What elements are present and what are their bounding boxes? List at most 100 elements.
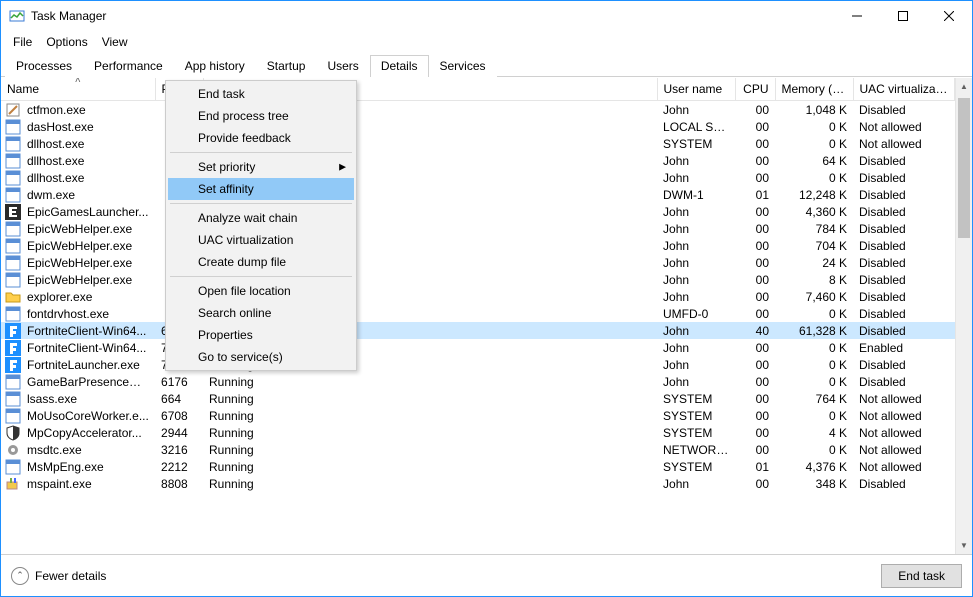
table-row[interactable]: EpicGamesLauncher...John004,360 KDisable…: [1, 203, 955, 220]
cell-uac: Disabled: [853, 237, 954, 254]
cell-cpu: 01: [735, 458, 775, 475]
col-cpu[interactable]: CPU: [735, 78, 775, 101]
end-task-button[interactable]: End task: [881, 564, 962, 588]
table-row[interactable]: dasHost.exeLOCAL SE...000 KNot allowed: [1, 118, 955, 135]
cell-mem: 24 K: [775, 254, 853, 271]
table-row[interactable]: mspaint.exe8808RunningJohn00348 KDisable…: [1, 475, 955, 492]
cell-uac: Disabled: [853, 254, 954, 271]
table-row[interactable]: MsMpEng.exe2212RunningSYSTEM014,376 KNot…: [1, 458, 955, 475]
process-icon: [5, 459, 21, 475]
menu-item[interactable]: Search online: [168, 302, 354, 324]
table-row[interactable]: ctfmon.exeJohn001,048 KDisabled: [1, 101, 955, 119]
tab-startup[interactable]: Startup: [256, 55, 317, 77]
cell-mem: 1,048 K: [775, 101, 853, 119]
cell-name: ctfmon.exe: [21, 101, 155, 119]
col-user[interactable]: User name: [657, 78, 735, 101]
tab-details[interactable]: Details: [370, 55, 429, 77]
table-row[interactable]: msdtc.exe3216RunningNETWORK...000 KNot a…: [1, 441, 955, 458]
menu-item[interactable]: Properties: [168, 324, 354, 346]
cell-user: UMFD-0: [657, 305, 735, 322]
cell-mem: 0 K: [775, 305, 853, 322]
process-icon: [5, 238, 21, 254]
menu-item[interactable]: Provide feedback: [168, 127, 354, 149]
tab-processes[interactable]: Processes: [5, 55, 83, 77]
table-row[interactable]: MpCopyAccelerator...2944RunningSYSTEM004…: [1, 424, 955, 441]
scroll-thumb[interactable]: [958, 98, 970, 238]
menu-item[interactable]: Open file location: [168, 280, 354, 302]
table-row[interactable]: dwm.exeDWM-10112,248 KDisabled: [1, 186, 955, 203]
maximize-button[interactable]: [880, 1, 926, 31]
menu-item[interactable]: Analyze wait chain: [168, 207, 354, 229]
chevron-up-icon: ⌃: [11, 567, 29, 585]
table-row[interactable]: explorer.exeJohn007,460 KDisabled: [1, 288, 955, 305]
cell-user: John: [657, 203, 735, 220]
menu-item[interactable]: End process tree: [168, 105, 354, 127]
table-row[interactable]: EpicWebHelper.exeJohn0024 KDisabled: [1, 254, 955, 271]
tab-performance[interactable]: Performance: [83, 55, 174, 77]
process-icon: [5, 391, 21, 407]
table-row[interactable]: GameBarPresenceWr...6176RunningJohn000 K…: [1, 373, 955, 390]
cell-mem: 0 K: [775, 339, 853, 356]
col-mem[interactable]: Memory (a...: [775, 78, 853, 101]
cell-mem: 7,460 K: [775, 288, 853, 305]
tab-services[interactable]: Services: [429, 55, 497, 77]
cell-cpu: 00: [735, 424, 775, 441]
menu-item[interactable]: Create dump file: [168, 251, 354, 273]
menu-item[interactable]: Set priority▶: [168, 156, 354, 178]
cell-uac: Disabled: [853, 169, 954, 186]
table-row[interactable]: EpicWebHelper.exeJohn00784 KDisabled: [1, 220, 955, 237]
table-row[interactable]: FortniteLauncher.exe7012RunningJohn000 K…: [1, 356, 955, 373]
tab-app-history[interactable]: App history: [174, 55, 256, 77]
vertical-scrollbar[interactable]: ▲ ▼: [955, 78, 972, 554]
cell-uac: Disabled: [853, 203, 954, 220]
cell-user: John: [657, 288, 735, 305]
process-icon: [5, 204, 21, 220]
cell-name: EpicWebHelper.exe: [21, 237, 155, 254]
table-row[interactable]: MoUsoCoreWorker.e...6708RunningSYSTEM000…: [1, 407, 955, 424]
cell-user: NETWORK...: [657, 441, 735, 458]
menu-item[interactable]: UAC virtualization: [168, 229, 354, 251]
scroll-down-arrow[interactable]: ▼: [956, 537, 972, 554]
scroll-up-arrow[interactable]: ▲: [956, 78, 972, 95]
table-row[interactable]: dllhost.exeSYSTEM000 KNot allowed: [1, 135, 955, 152]
cell-cpu: 00: [735, 237, 775, 254]
table-row[interactable]: EpicWebHelper.exeJohn00704 KDisabled: [1, 237, 955, 254]
fewer-details-toggle[interactable]: ⌃ Fewer details: [11, 567, 106, 585]
menu-options[interactable]: Options: [40, 33, 93, 51]
cell-status: Running: [203, 424, 657, 441]
cell-name: GameBarPresenceWr...: [21, 373, 155, 390]
cell-name: dllhost.exe: [21, 169, 155, 186]
cell-user: John: [657, 339, 735, 356]
table-row[interactable]: lsass.exe664RunningSYSTEM00764 KNot allo…: [1, 390, 955, 407]
cell-mem: 12,248 K: [775, 186, 853, 203]
cell-status: Running: [203, 390, 657, 407]
cell-cpu: 00: [735, 339, 775, 356]
menu-separator: [170, 152, 352, 153]
cell-user: John: [657, 271, 735, 288]
tab-users[interactable]: Users: [316, 55, 369, 77]
menu-separator: [170, 276, 352, 277]
cell-user: SYSTEM: [657, 135, 735, 152]
window-title: Task Manager: [31, 9, 106, 23]
menu-item[interactable]: Set affinity: [168, 178, 354, 200]
col-uac[interactable]: UAC virtualizat...: [853, 78, 954, 101]
table-row[interactable]: EpicWebHelper.exeJohn008 KDisabled: [1, 271, 955, 288]
menu-file[interactable]: File: [7, 33, 38, 51]
cell-cpu: 00: [735, 152, 775, 169]
table-row[interactable]: dllhost.exeJohn0064 KDisabled: [1, 152, 955, 169]
table-row[interactable]: fontdrvhost.exeUMFD-0000 KDisabled: [1, 305, 955, 322]
menu-view[interactable]: View: [96, 33, 134, 51]
menu-item[interactable]: Go to service(s): [168, 346, 354, 368]
cell-user: John: [657, 475, 735, 492]
menu-item[interactable]: End task: [168, 83, 354, 105]
cell-user: John: [657, 373, 735, 390]
table-row[interactable]: FortniteClient-Win64...7580RunningJohn00…: [1, 339, 955, 356]
cell-cpu: 00: [735, 373, 775, 390]
col-name[interactable]: Name: [1, 78, 155, 101]
table-row[interactable]: FortniteClient-Win64...6044RunningJohn40…: [1, 322, 955, 339]
process-icon: [5, 442, 21, 458]
table-row[interactable]: dllhost.exeJohn000 KDisabled: [1, 169, 955, 186]
close-button[interactable]: [926, 1, 972, 31]
minimize-button[interactable]: [834, 1, 880, 31]
cell-status: Running: [203, 373, 657, 390]
